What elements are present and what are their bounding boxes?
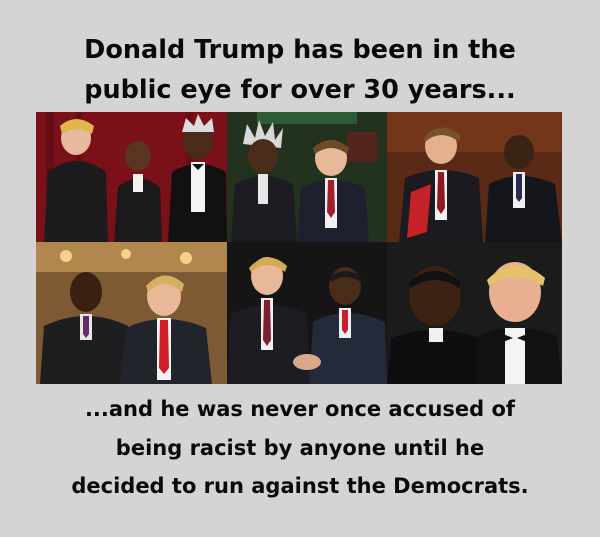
collage-photo-4 bbox=[36, 242, 227, 384]
collage-photo-1-illustration bbox=[36, 112, 227, 242]
collage-photo-2-illustration bbox=[227, 112, 387, 242]
collage-photo-2 bbox=[227, 112, 387, 242]
photo-collage bbox=[36, 112, 562, 384]
collage-photo-5 bbox=[227, 242, 387, 384]
bottom-caption-line-2: being racist by anyone until he bbox=[115, 435, 485, 460]
collage-photo-3 bbox=[387, 112, 562, 242]
top-caption-line-1: Donald Trump has been in the bbox=[84, 35, 516, 65]
collage-photo-5-illustration bbox=[227, 242, 387, 384]
bottom-caption-line-3: decided to run against the Democrats. bbox=[71, 474, 529, 498]
collage-photo-1 bbox=[36, 112, 227, 242]
bottom-caption-line-1: ...and he was never once accused of bbox=[84, 397, 516, 421]
bottom-caption: ...and he was never once accused of bein… bbox=[0, 390, 600, 506]
collage-photo-6 bbox=[387, 242, 562, 384]
collage-photo-4-illustration bbox=[36, 242, 227, 384]
collage-photo-3-illustration bbox=[387, 112, 562, 242]
top-caption: Donald Trump has been in the public eye … bbox=[0, 30, 600, 110]
meme-image: Donald Trump has been in the public eye … bbox=[0, 0, 600, 537]
collage-photo-6-illustration bbox=[387, 242, 562, 384]
top-caption-line-2: public eye for over 30 years... bbox=[84, 75, 516, 105]
